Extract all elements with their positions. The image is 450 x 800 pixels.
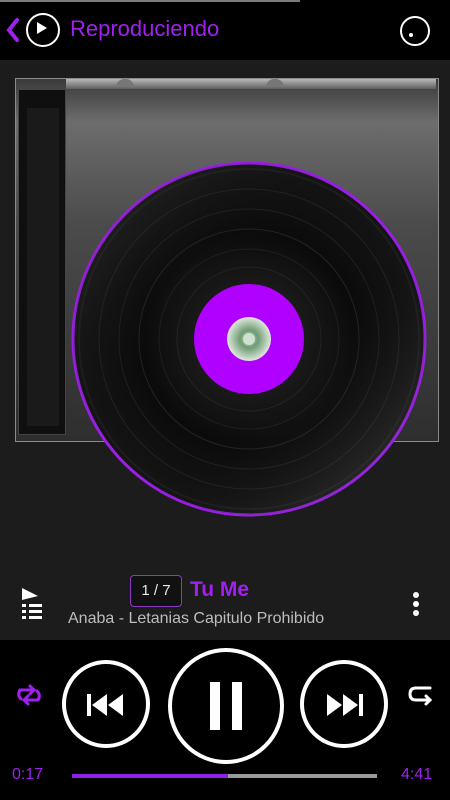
menu-circle-icon[interactable] <box>400 16 430 46</box>
skip-previous-icon <box>87 694 123 716</box>
queue-icon[interactable] <box>18 586 46 620</box>
play-circle-icon[interactable] <box>26 13 60 47</box>
next-button[interactable] <box>300 660 388 748</box>
track-artist-album: Anaba - Letanias Capitulo Prohibido <box>68 610 325 627</box>
back-chevron-icon[interactable] <box>4 14 22 46</box>
previous-button[interactable] <box>62 660 150 748</box>
progress-bar[interactable] <box>72 774 377 778</box>
shuffle-icon[interactable] <box>406 680 436 710</box>
top-bar: Reproduciendo <box>0 0 450 61</box>
page-title: Reproduciendo <box>70 16 220 41</box>
progress-fill <box>72 774 228 778</box>
status-progress-line <box>0 0 300 2</box>
vinyl-record <box>71 161 427 517</box>
total-time: 4:41 <box>401 766 433 783</box>
current-time: 0:17 <box>12 766 44 783</box>
more-options-icon[interactable] <box>410 592 422 620</box>
skip-next-icon <box>327 694 363 716</box>
track-title: Tu Me <box>190 578 250 601</box>
track-position-badge: 1 / 7 <box>130 575 182 607</box>
pause-button[interactable] <box>168 648 284 764</box>
repeat-icon[interactable] <box>14 680 44 710</box>
track-info-bar: 1 / 7 Tu Me Anaba - Letanias Capitulo Pr… <box>0 570 450 640</box>
playback-controls: 0:17 4:41 <box>0 640 450 800</box>
pause-icon <box>210 682 242 730</box>
